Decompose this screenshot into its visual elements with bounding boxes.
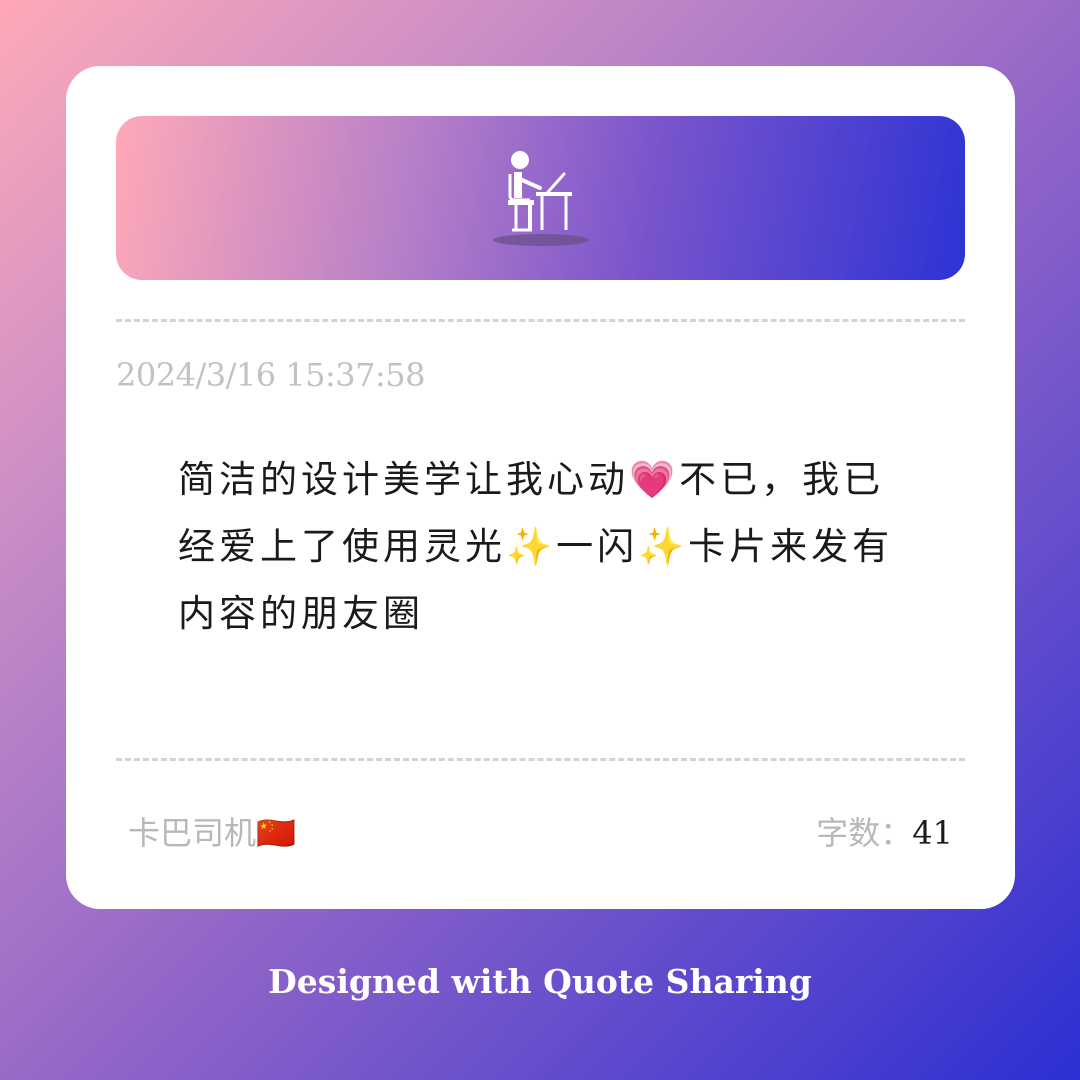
quote-text: 简洁的设计美学让我心动💗不已，我已经爱上了使用灵光✨一闪✨卡片来发有内容的朋友圈 xyxy=(178,458,894,635)
quote-card: 2024/3/16 15:37:58 简洁的设计美学让我心动💗不已，我已经爱上了… xyxy=(66,66,1015,909)
top-dashed-divider xyxy=(116,319,965,322)
card-banner xyxy=(116,116,965,280)
word-count: 字数：41 xyxy=(816,808,953,854)
post-timestamp: 2024/3/16 15:37:58 xyxy=(116,356,425,394)
word-count-label: 字数： xyxy=(816,814,913,852)
footer-credit: Designed with Quote Sharing xyxy=(268,962,812,1001)
person-at-desk-icon xyxy=(493,151,589,246)
author-name: 卡巴司机🇨🇳 xyxy=(128,814,296,852)
bottom-dashed-divider xyxy=(116,758,965,761)
word-count-value: 41 xyxy=(912,814,953,852)
